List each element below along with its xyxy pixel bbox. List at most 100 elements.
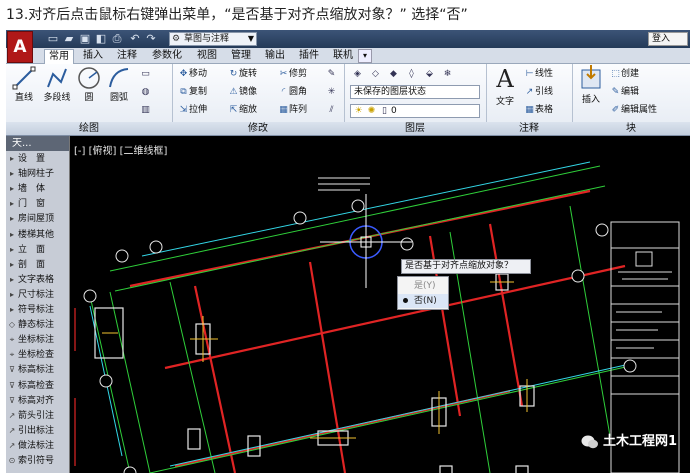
trim-button[interactable]: ✂ 修剪 bbox=[278, 68, 307, 80]
layer-state-dropdown[interactable]: 未保存的图层状态 bbox=[350, 85, 480, 99]
group-layers-label[interactable]: 图层 bbox=[344, 122, 486, 136]
linear-dimension-button[interactable]: ⊢ 线性 bbox=[524, 68, 553, 80]
palette-item[interactable]: ▸ 文字表格 bbox=[6, 274, 69, 286]
palette-item-icon: ⊙ bbox=[8, 456, 16, 465]
line-button[interactable]: 直线 bbox=[8, 66, 40, 103]
palette-item[interactable]: ▸ 符号标注 bbox=[6, 304, 69, 316]
palette-item[interactable]: ↗ 做法标注 bbox=[6, 440, 69, 452]
palette-item[interactable]: ◇ 静态标注 bbox=[6, 319, 69, 331]
group-modify-label[interactable]: 修改 bbox=[172, 122, 344, 136]
tab-parametric[interactable]: 参数化 bbox=[146, 49, 188, 64]
palette-item[interactable]: ▸ 立 面 bbox=[6, 244, 69, 256]
ribbon-toggle-button[interactable]: ▾ bbox=[358, 49, 372, 63]
tab-home[interactable]: 常用 bbox=[44, 49, 74, 64]
palette-item[interactable]: ↗ 箭头引注 bbox=[6, 410, 69, 422]
gradient-icon[interactable]: ▥ bbox=[138, 103, 153, 117]
layer-match-icon[interactable]: ⬙ bbox=[422, 67, 437, 81]
layer-states-icon[interactable]: ◇ bbox=[368, 67, 383, 81]
palette-item-icon: ⌖ bbox=[9, 350, 15, 360]
axis-bubble bbox=[351, 199, 365, 213]
tab-manage[interactable]: 管理 bbox=[226, 49, 256, 64]
rectangle-icon[interactable]: ▭ bbox=[138, 67, 153, 81]
table-icon: ▦ bbox=[525, 105, 534, 115]
create-block-button[interactable]: ⬚创建 bbox=[610, 68, 639, 80]
palette-item-label: 箭头引注 bbox=[18, 410, 55, 421]
tab-view[interactable]: 视图 bbox=[192, 49, 222, 64]
palette-item[interactable]: ⊙ 索引符号 bbox=[6, 455, 69, 467]
palette-item[interactable]: ⊽ 标高检查 bbox=[6, 380, 69, 392]
group-draw-label[interactable]: 绘图 bbox=[6, 122, 172, 136]
ribbon-group-bar: 绘图 修改 图层 注释 块 bbox=[6, 122, 690, 136]
palette-item-label: 门 窗 bbox=[18, 199, 46, 210]
leader-button[interactable]: ↗ 引线 bbox=[524, 86, 553, 98]
edit-attributes-button[interactable]: ✐ 编辑属性 bbox=[610, 104, 657, 116]
mirror-button[interactable]: ⚠镜像 bbox=[228, 86, 257, 98]
palette-item[interactable]: ⊽ 标高对齐 bbox=[6, 395, 69, 407]
palette-item[interactable]: ▸ 轴网柱子 bbox=[6, 168, 69, 180]
viewport-label[interactable]: [-] [俯视] [二维线框] bbox=[74, 142, 167, 157]
palette-item[interactable]: ↗ 引出标注 bbox=[6, 425, 69, 437]
text-button[interactable]: A 文字 bbox=[490, 64, 520, 107]
tab-online[interactable]: 联机 bbox=[328, 49, 358, 64]
login-button[interactable]: 登入 bbox=[648, 32, 688, 46]
arc-button[interactable]: 圆弧 bbox=[104, 66, 134, 103]
palette-item[interactable]: ⊽ 标高标注 bbox=[6, 364, 69, 376]
undo-icon[interactable]: ↶ bbox=[128, 32, 142, 46]
table-button[interactable]: ▦表格 bbox=[524, 104, 553, 116]
palette-item[interactable]: ▸ 门 窗 bbox=[6, 198, 69, 210]
layer-unisolate-icon[interactable]: ◊ bbox=[404, 67, 419, 81]
palette-item[interactable]: ▸ 楼梯其他 bbox=[6, 229, 69, 241]
group-annotation-label[interactable]: 注释 bbox=[486, 122, 572, 136]
context-menu-item-yes[interactable]: 是(Y) bbox=[398, 279, 448, 293]
palette-header[interactable]: 天... bbox=[6, 136, 69, 151]
context-menu-item-no[interactable]: 否(N) bbox=[398, 294, 448, 308]
palette-item-label: 索引符号 bbox=[18, 456, 55, 466]
hatch-icon[interactable]: ◍ bbox=[138, 85, 153, 99]
stretch-button[interactable]: ⇲ 拉伸 bbox=[178, 104, 207, 116]
scale-label: 缩放 bbox=[239, 105, 258, 115]
circle-button[interactable]: 圆 bbox=[74, 66, 104, 103]
open-file-icon[interactable]: ▰ bbox=[62, 32, 76, 46]
edit-block-button[interactable]: ✎ 编辑 bbox=[610, 86, 639, 98]
drawing-canvas[interactable]: [-] [俯视] [二维线框] 是否基于对齐点缩放对象？ 是(Y) 否(N) 土… bbox=[70, 136, 690, 473]
new-file-icon[interactable]: ▭ bbox=[46, 32, 60, 46]
palette-item[interactable]: ⌖ 坐标标注 bbox=[6, 334, 69, 346]
palette-item[interactable]: ▸ 尺寸标注 bbox=[6, 289, 69, 301]
rotate-button[interactable]: ↻ 旋转 bbox=[228, 68, 257, 80]
scale-button[interactable]: ⇱ 缩放 bbox=[228, 104, 257, 116]
tab-insert[interactable]: 插入 bbox=[78, 49, 108, 64]
layer-isolate-icon[interactable]: ◆ bbox=[386, 67, 401, 81]
save-icon[interactable]: ▣ bbox=[78, 32, 92, 46]
text-label: 文字 bbox=[495, 97, 514, 107]
palette-item[interactable]: ⌖ 坐标检查 bbox=[6, 349, 69, 361]
offset-icon[interactable]: ⫽ bbox=[324, 103, 339, 117]
axis-line bbox=[109, 165, 601, 272]
explode-icon[interactable]: ✳ bbox=[324, 85, 339, 99]
redo-icon[interactable]: ↷ bbox=[144, 32, 158, 46]
palette-item-icon: ▸ bbox=[9, 154, 14, 163]
palette-item[interactable]: ▸ 墙 体 bbox=[6, 183, 69, 195]
palette-item[interactable]: ▸ 设 置 bbox=[6, 153, 69, 165]
workspace-switcher[interactable]: ⚙ 草图与注释 ▼ bbox=[169, 32, 257, 46]
save-as-icon[interactable]: ◧ bbox=[94, 32, 108, 46]
palette-item[interactable]: ▸ 房间屋顶 bbox=[6, 213, 69, 225]
print-icon[interactable]: ⎙ bbox=[110, 32, 124, 46]
fillet-button[interactable]: ◜ 圆角 bbox=[278, 86, 307, 98]
group-block-label[interactable]: 块 bbox=[572, 122, 690, 136]
erase-icon[interactable]: ✎ bbox=[324, 67, 339, 81]
insert-block-button[interactable]: 插入 bbox=[576, 64, 606, 105]
array-button[interactable]: ▦阵列 bbox=[278, 104, 307, 116]
palette-item[interactable]: ▸ 剖 面 bbox=[6, 259, 69, 271]
polyline-button[interactable]: 多段线 bbox=[40, 66, 74, 103]
layer-freeze-icon[interactable]: ❄ bbox=[440, 67, 455, 81]
application-menu-button[interactable]: A bbox=[7, 31, 33, 63]
tab-plugins[interactable]: 插件 bbox=[294, 49, 324, 64]
layer-properties-icon[interactable]: ◈ bbox=[350, 67, 365, 81]
array-label: 阵列 bbox=[289, 105, 308, 115]
stretch-label: 拉伸 bbox=[189, 105, 208, 115]
move-button[interactable]: ✥ 移动 bbox=[178, 68, 207, 80]
tab-output[interactable]: 输出 bbox=[260, 49, 290, 64]
tab-annotate[interactable]: 注释 bbox=[112, 49, 142, 64]
palette-item-label: 静态标注 bbox=[18, 320, 55, 331]
copy-button[interactable]: ⧉ 复制 bbox=[178, 86, 207, 98]
